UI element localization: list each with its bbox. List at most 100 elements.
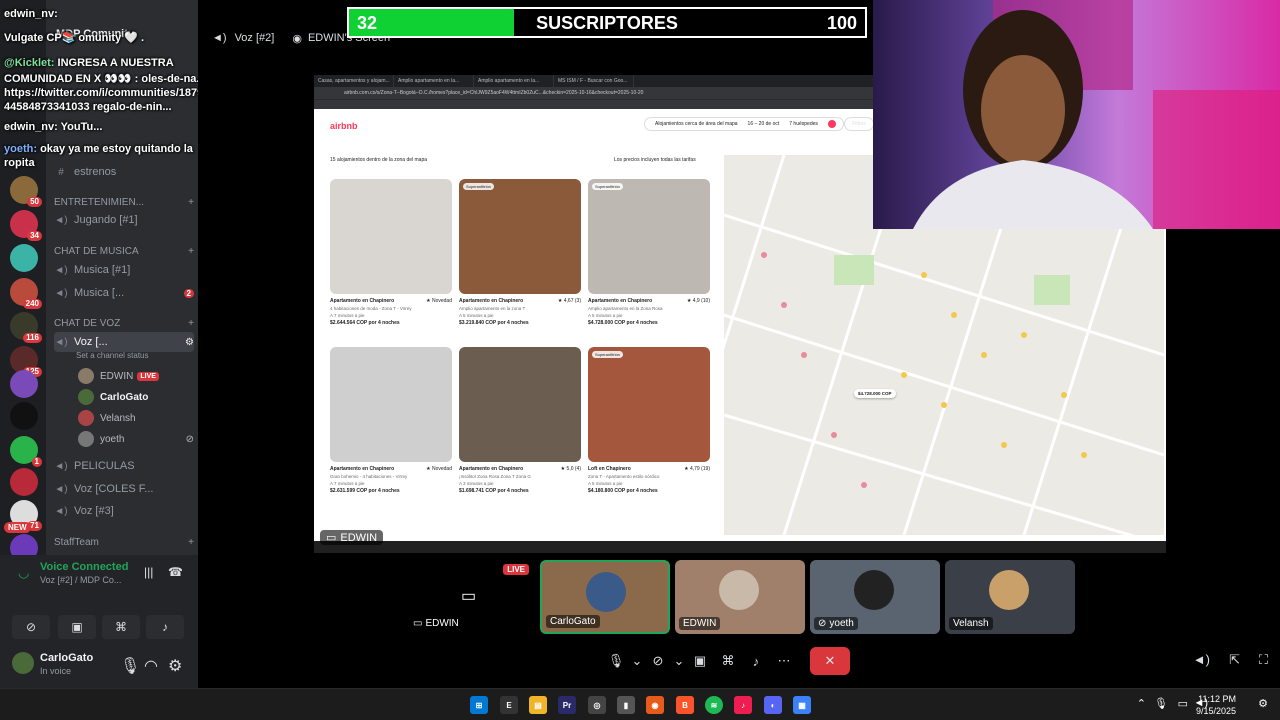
gear-icon[interactable]: ⚙ [168,656,182,676]
map-price-pin[interactable]: $4.728.000 COP [854,389,896,398]
muted-icon: ⊘ [818,618,827,629]
premiere-icon[interactable]: Pr [558,696,576,714]
category-staffteam[interactable]: StaffTeam + [54,534,194,550]
chevron-up-icon[interactable]: ⌃ [1137,697,1146,710]
voice-user-edwin[interactable]: EDWIN LIVE [78,366,194,386]
channel-voz-coles[interactable]: ◄) Voz [COLES F... [54,479,194,499]
participant-tile[interactable]: Velansh [945,560,1075,634]
listing-photo [459,179,581,294]
filters-button[interactable]: Filtros [844,117,874,131]
listing-card[interactable]: Superanfitrión Loft en Chapinero ★ 4,79 (… [588,347,710,494]
channel-settings-icon[interactable]: ⚙ [185,337,194,348]
browser-tab[interactable]: Amplio apartamento en la... [474,75,554,87]
server-icon[interactable] [10,370,38,398]
chevron-down-icon[interactable]: ⌄ [630,647,644,675]
browser-tab[interactable]: Casas, apartamentos y alojam... [314,75,394,87]
channel-musica-1[interactable]: ◄) Musica [#1] [54,260,194,280]
microphone-icon[interactable]: 🎙 [1154,697,1168,710]
network-icon[interactable]: ▭ [1178,697,1188,710]
screen-icon: ▭ [413,618,423,629]
plus-icon[interactable]: + [188,246,194,257]
leave-call-button[interactable]: ✕ [810,647,850,675]
brave-icon[interactable]: B [676,696,694,714]
listing-photo [459,347,581,462]
user-panel[interactable]: CarloGato In voice 🎙 ◠ ⚙ [12,650,192,680]
tiktok-icon[interactable]: ♪ [734,696,752,714]
category-entretenimiento[interactable]: ENTRETENIMIEN... + [54,194,194,210]
microphone-icon[interactable]: 🎙 [120,656,140,676]
app-icon[interactable]: ◉ [646,696,664,714]
plus-icon[interactable]: + [188,537,194,548]
server-icon[interactable]: 50 [10,176,42,207]
chat-line: https://twitter.com/i/communities/18797 [4,87,210,99]
participant-tile[interactable]: ⊘ yoeth [810,560,940,634]
server-icon[interactable]: 240 [10,278,42,309]
listing-card[interactable]: Apartamento en Chapinero ★ 5,0 (4) ¡Insól… [459,347,581,494]
subscriber-goal: 100 [826,13,857,33]
camera-button[interactable]: ⊘ [12,615,50,639]
activity-button[interactable]: ⌘ [714,647,742,675]
server-icon[interactable] [10,402,38,430]
noise-suppression-icon[interactable]: ||| [144,565,153,579]
spotify-icon[interactable]: ≋ [705,696,723,714]
channel-musica-2[interactable]: ◄) Musica [... 2 [54,283,194,303]
channel-jugando[interactable]: ◄) Jugando [#1] [54,210,194,230]
category-chat-de-voz[interactable]: CHAT DE VOZ + [54,315,194,331]
plus-icon[interactable]: + [188,197,194,208]
microphone-button[interactable]: 🎙 [602,647,630,675]
clock[interactable]: 11:12 PM 9/15/2025 [1196,693,1236,717]
app-icon[interactable]: ▮ [617,696,635,714]
airbnb-logo[interactable]: airbnb [330,121,358,131]
voice-channel[interactable]: Voz [#2] / MDP Co... [40,575,140,585]
camera-button[interactable]: ⊘ [644,647,672,675]
screen-share-button[interactable]: ▣ [686,647,714,675]
app-icon[interactable]: E [500,696,518,714]
voice-status[interactable]: Voice Connected [40,561,128,573]
browser-tab[interactable]: MS ISM / F - Buscar con Goo... [554,75,634,87]
participant-tile[interactable]: ▭ LIVE ▭ EDWIN [405,560,535,634]
chevron-down-icon[interactable]: ⌄ [672,647,686,675]
screen-share-button[interactable]: ▣ [58,615,96,639]
browser-tab[interactable]: Amplio apartamento en la... [394,75,474,87]
folder-icon[interactable]: ▤ [529,696,547,714]
fullscreen-icon[interactable]: ⛶ [1259,652,1268,668]
channel-status[interactable]: Set a channel status [54,348,194,362]
popout-icon[interactable]: ⇱ [1229,652,1240,668]
activity-button[interactable]: ⌘ [102,615,140,639]
soundboard-button[interactable]: ♪ [146,615,184,639]
soundboard-button[interactable]: ♪ [742,647,770,675]
server-icon[interactable] [10,244,38,272]
server-icon[interactable]: 1 [10,436,42,467]
listing-card[interactable]: Superanfitrión Apartamento en Chapinero ★… [588,179,710,326]
notepad-icon[interactable]: ▦ [793,696,811,714]
avatar [989,570,1029,610]
category-chat-de-musica[interactable]: CHAT DE MUSICA + [54,243,194,259]
discord-stream-window: 50 34 240 116 125 1 71 NEW 261 MDP Comun… [0,0,1280,720]
server-icon[interactable]: 34 [10,210,42,241]
participant-tile[interactable]: CarloGato [540,560,670,634]
channel-voz-3[interactable]: ◄) Voz [#3] [54,501,194,521]
discord-icon[interactable]: ◐ [764,696,782,714]
voice-user-carlogato[interactable]: CarloGato [78,387,194,407]
headphones-icon[interactable]: ◠ [144,656,158,676]
listing-card[interactable]: Superanfitrión Apartamento en Chapinero ★… [459,179,581,326]
channel-peliculas[interactable]: ◄) PELICULAS [54,456,194,476]
more-button[interactable]: ⋯ [770,647,798,675]
start-icon[interactable]: ⊞ [470,696,488,714]
listing-card[interactable]: Apartamento en Chapinero ★ Novedad 4 habi… [330,179,452,326]
disconnect-icon[interactable]: ☎ [168,565,183,579]
more-icon: ⋯ [777,653,791,668]
leave-call-icon: ✕ [824,653,836,668]
gear-icon[interactable]: ⚙ [1258,697,1268,710]
volume-icon[interactable]: ◄) [1193,652,1210,667]
listing-card[interactable]: Apartamento en Chapinero ★ Novedad Gran b… [330,347,452,494]
server-icon[interactable]: 116 [10,312,42,343]
search-bar[interactable]: Alojamientos cerca de área del mapa 16 –… [644,117,844,131]
plus-icon[interactable]: + [188,318,194,329]
voice-user-velansh[interactable]: Velansh [78,408,194,428]
server-icon[interactable] [10,468,38,496]
participant-tile[interactable]: EDWIN [675,560,805,634]
app-icon[interactable]: ◎ [588,696,606,714]
voice-user-yoeth[interactable]: yoeth ⊘ [78,429,194,449]
search-icon[interactable] [827,120,836,128]
